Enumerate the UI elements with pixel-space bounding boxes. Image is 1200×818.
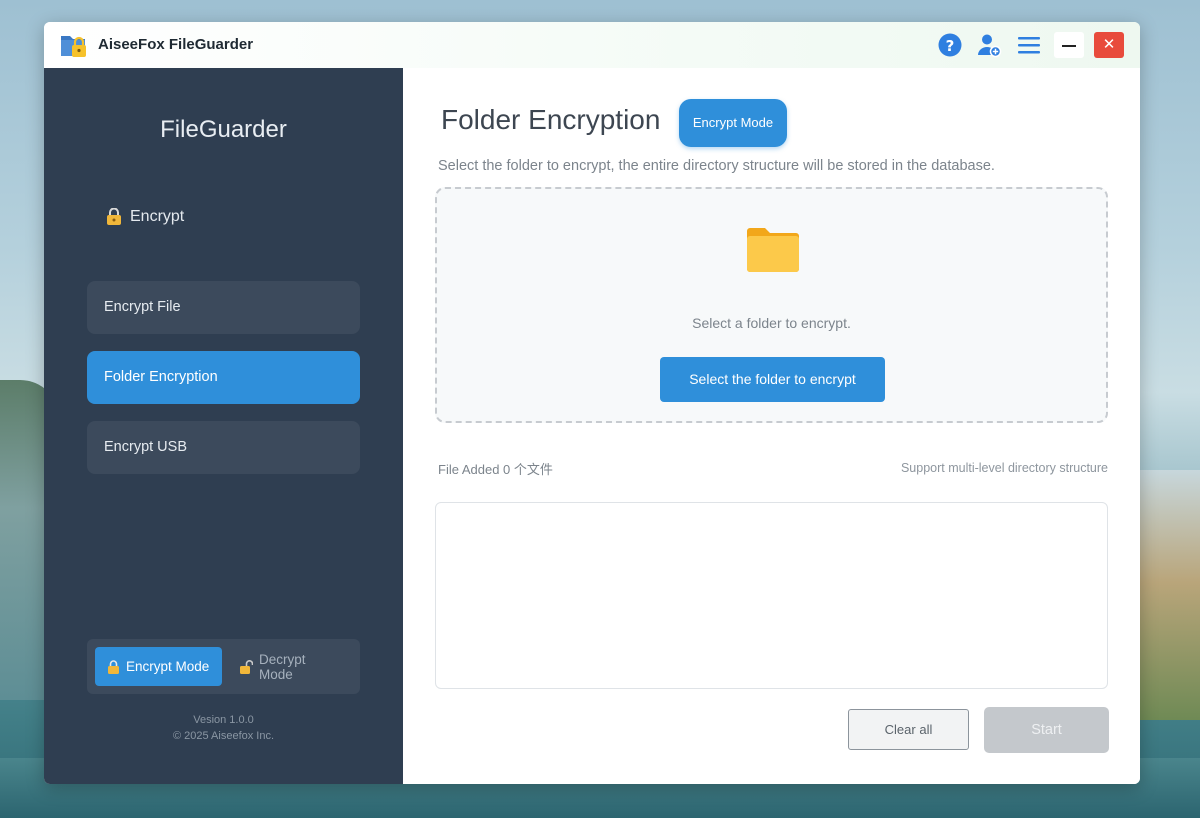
start-button[interactable]: Start — [984, 707, 1109, 753]
copyright-text: © 2025 Aiseefox Inc. — [172, 730, 275, 742]
dropzone-hint: Select a folder to encrypt. — [692, 315, 851, 331]
mode-switch: Encrypt Mode Decrypt Mode — [87, 639, 360, 694]
sidebar-section-label: Encrypt — [130, 208, 185, 225]
support-note: Support multi-level directory structure — [900, 461, 1108, 475]
folder-dropzone[interactable]: Select a folder to encrypt. Select the f… — [435, 187, 1108, 423]
decrypt-mode-button[interactable]: Decrypt Mode — [227, 647, 355, 686]
select-folder-button[interactable]: Select the folder to encrypt — [660, 357, 885, 402]
folder-icon — [747, 228, 799, 272]
app-title: AiseeFox FileGuarder — [98, 36, 254, 53]
sidebar-item-encrypt-file[interactable]: Encrypt File — [87, 281, 360, 334]
lock-icon — [108, 659, 119, 674]
sidebar-item-folder-encryption[interactable]: Folder Encryption — [87, 351, 360, 404]
title-bar: AiseeFox FileGuarder ? ✕ — [44, 22, 1140, 69]
sidebar: FileGuarder Encrypt Encrypt File Folder … — [44, 68, 403, 784]
help-icon[interactable]: ? — [937, 32, 963, 58]
sidebar-section-encrypt: Encrypt — [106, 208, 184, 226]
menu-icon[interactable] — [1016, 32, 1042, 58]
unlock-icon — [240, 659, 253, 674]
app-logo-icon — [61, 36, 86, 57]
version-text: Vesion 1.0.0 — [193, 714, 254, 726]
minimize-button[interactable] — [1054, 32, 1084, 58]
user-icon[interactable] — [976, 32, 1002, 58]
page-description: Select the folder to encrypt, the entire… — [438, 158, 995, 174]
file-list[interactable] — [435, 502, 1108, 689]
sidebar-item-encrypt-usb[interactable]: Encrypt USB — [87, 421, 360, 474]
decrypt-mode-label: Decrypt Mode — [259, 651, 306, 682]
mode-badge: Encrypt Mode — [679, 99, 787, 147]
clear-all-button[interactable]: Clear all — [848, 709, 969, 750]
files-added-count: File Added 0 个文件 — [438, 462, 553, 477]
sidebar-title: FileGuarder — [160, 116, 287, 143]
app-window: AiseeFox FileGuarder ? ✕ FileGuarder Enc… — [44, 22, 1140, 784]
lock-icon — [107, 208, 121, 225]
encrypt-mode-label: Encrypt Mode — [126, 659, 210, 674]
desktop-background-field — [1138, 470, 1200, 720]
main-content: Folder Encryption Encrypt Mode Select th… — [403, 68, 1140, 784]
svg-text:?: ? — [946, 37, 955, 55]
encrypt-mode-button[interactable]: Encrypt Mode — [95, 647, 222, 686]
page-title: Folder Encryption — [441, 104, 661, 135]
close-button[interactable]: ✕ — [1094, 32, 1124, 58]
version-info: Vesion 1.0.0 © 2025 Aiseefox Inc. — [44, 712, 403, 744]
